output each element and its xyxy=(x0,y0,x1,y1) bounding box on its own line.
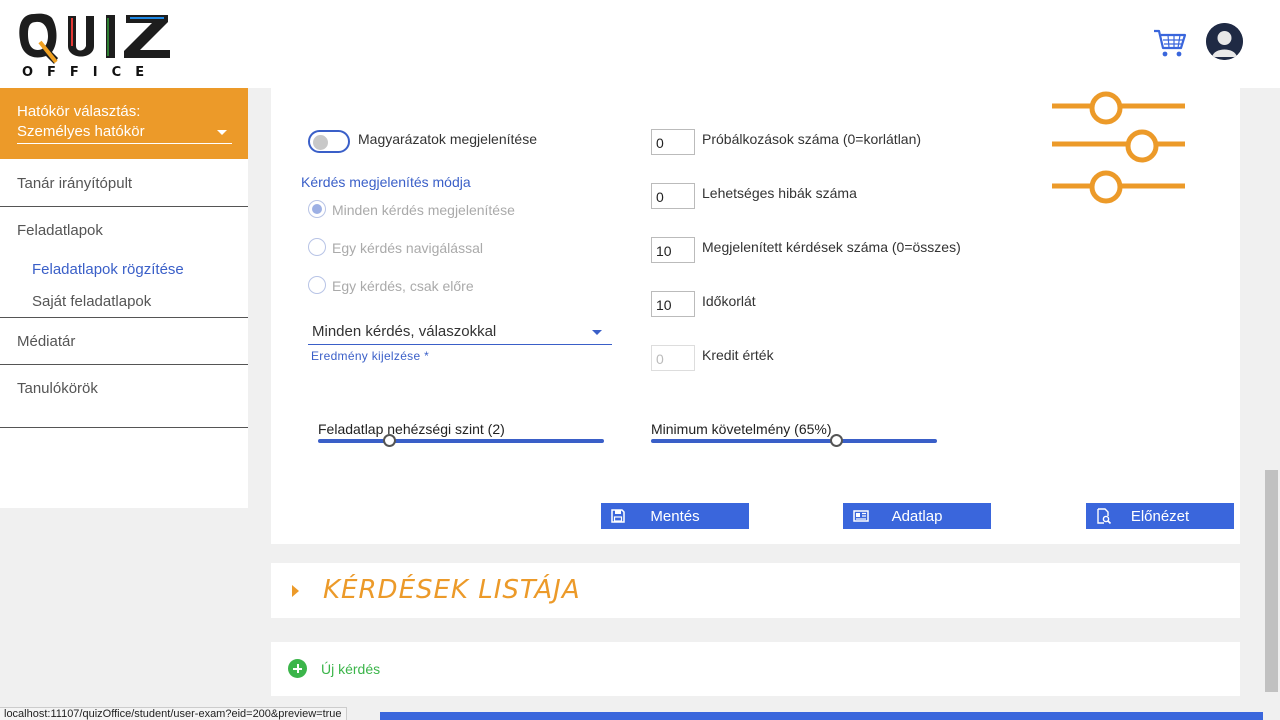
scope-underline xyxy=(17,143,232,144)
result-display-hint: Eredmény kijelzése * xyxy=(311,349,430,363)
radio-all-questions[interactable] xyxy=(308,200,326,218)
toggle-knob xyxy=(313,135,328,150)
chevron-down-icon[interactable] xyxy=(217,130,227,135)
result-display-value: Minden kérdés, válaszokkal xyxy=(312,323,497,340)
save-button[interactable]: Mentés xyxy=(601,503,749,529)
explanations-toggle[interactable] xyxy=(308,130,350,153)
browser-status-url: localhost:11107/quizOffice/student/user-… xyxy=(0,707,347,720)
page-scrollbar[interactable] xyxy=(1263,88,1280,720)
sidebar-subitem-own-worksheets[interactable]: Saját feladatlapok xyxy=(32,293,151,310)
sidebar-item-learning-circles[interactable]: Tanulókörök xyxy=(0,365,248,428)
attempts-label: Próbálkozások száma (0=korlátlan) xyxy=(702,131,922,147)
scope-label: Hatókör választás: xyxy=(17,103,141,120)
preview-button-label: Előnézet xyxy=(1130,508,1190,525)
radio-one-with-navigation-label: Egy kérdés navigálással xyxy=(332,240,483,256)
new-question-link[interactable]: Új kérdés xyxy=(321,661,380,677)
sidebar-item-label: Tanulókörök xyxy=(17,380,98,397)
sidebar-item-label: Tanár irányítópult xyxy=(17,175,133,192)
logo-subtitle: OFFICE xyxy=(22,65,159,80)
result-display-select[interactable]: Minden kérdés, válaszokkal xyxy=(308,320,612,345)
minimum-slider[interactable] xyxy=(651,434,937,447)
new-question-panel: Új kérdés xyxy=(271,642,1240,696)
sidebar-item-dashboard[interactable]: Tanár irányítópult xyxy=(0,160,248,207)
questions-list-panel[interactable]: KÉRDÉSEK LISTÁJA xyxy=(271,563,1240,618)
allowed-errors-label: Lehetséges hibák száma xyxy=(702,185,857,201)
add-circle-icon[interactable] xyxy=(288,659,307,678)
radio-one-with-navigation[interactable] xyxy=(308,238,326,256)
scrollbar-thumb[interactable] xyxy=(1265,470,1278,692)
radio-one-forward-only[interactable] xyxy=(308,276,326,294)
app-header: OFFICE xyxy=(0,0,1280,88)
shown-questions-input[interactable]: 10 xyxy=(651,237,695,263)
sidebar-item-media-library[interactable]: Médiatár xyxy=(0,318,248,365)
scope-selector[interactable]: Hatókör választás: Személyes hatókör xyxy=(0,88,248,159)
attempts-input[interactable]: 0 xyxy=(651,129,695,155)
display-mode-title: Kérdés megjelenítés módja xyxy=(301,174,471,190)
datasheet-button-label: Adatlap xyxy=(891,508,943,525)
shown-questions-label: Megjelenített kérdések száma (0=összes) xyxy=(702,239,961,255)
save-button-label: Mentés xyxy=(650,508,700,525)
allowed-errors-input[interactable]: 0 xyxy=(651,183,695,209)
credit-value-input: 0 xyxy=(651,345,695,371)
user-avatar-icon[interactable] xyxy=(1206,23,1243,60)
sidebar-item-label: Feladatlapok xyxy=(17,222,103,239)
sidebar-item-label: Médiatár xyxy=(17,333,76,350)
questions-list-title[interactable]: KÉRDÉSEK LISTÁJA xyxy=(323,575,581,605)
chevron-down-icon[interactable] xyxy=(592,330,602,335)
difficulty-slider-label: Feladatlap nehézségi szint (2) xyxy=(318,421,505,437)
preview-button[interactable]: Előnézet xyxy=(1086,503,1234,529)
time-limit-label: Időkorlát xyxy=(702,293,756,309)
chevron-right-icon[interactable] xyxy=(292,585,299,597)
settings-sliders-icon xyxy=(1052,91,1185,204)
radio-one-forward-only-label: Egy kérdés, csak előre xyxy=(332,278,474,294)
explanations-toggle-label: Magyarázatok megjelenítése xyxy=(358,131,537,147)
credit-value-label: Kredit érték xyxy=(702,347,774,363)
quizoffice-logo[interactable]: OFFICE xyxy=(18,6,190,82)
scope-value[interactable]: Személyes hatókör xyxy=(17,123,145,140)
sidebar: Hatókör választás: Személyes hatókör Tan… xyxy=(0,88,248,508)
time-limit-input[interactable]: 10 xyxy=(651,291,695,317)
sidebar-subitem-record-worksheets[interactable]: Feladatlapok rögzítése xyxy=(32,261,184,278)
difficulty-slider[interactable] xyxy=(318,434,604,447)
footer-bar xyxy=(380,712,1263,720)
datasheet-button[interactable]: Adatlap xyxy=(843,503,991,529)
radio-all-questions-label: Minden kérdés megjelenítése xyxy=(332,202,515,218)
cart-icon[interactable] xyxy=(1153,28,1187,58)
difficulty-slider-thumb[interactable] xyxy=(383,434,396,447)
minimum-slider-label: Minimum követelmény (65%) xyxy=(651,421,832,437)
